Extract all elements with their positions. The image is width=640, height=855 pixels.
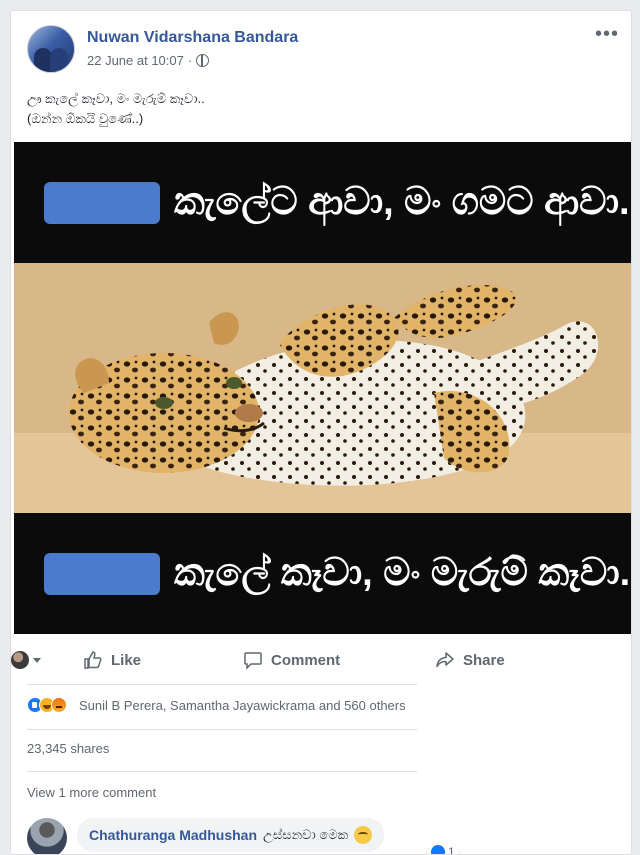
sleepy-face-emoji-icon (354, 826, 373, 844)
reaction-icons (27, 697, 67, 713)
author-name[interactable]: Nuwan Vidarshana Bandara (87, 29, 298, 47)
post-header: Nuwan Vidarshana Bandara 22 June at 10:0… (11, 11, 631, 73)
share-button[interactable]: Share (435, 650, 505, 670)
thumbs-up-icon (84, 651, 102, 669)
comment-bubble: Chathuranga Madhushan උස්සනවා මෙක (77, 818, 385, 852)
divider (27, 729, 417, 730)
like-reaction-icon (431, 845, 445, 854)
shares-count[interactable]: 23,345 shares (27, 741, 109, 756)
view-more-comments-link[interactable]: View 1 more comment (27, 785, 156, 800)
meme-top-band: කැලේට ආවා, මං ගමට ආවා. (14, 142, 631, 263)
chevron-down-icon (33, 657, 41, 663)
comment-label: Comment (271, 651, 341, 669)
comment-button[interactable]: Comment (243, 650, 340, 670)
user-avatar-small (11, 651, 29, 669)
share-label: Share (463, 651, 505, 669)
comment-like-number: 1 (448, 845, 455, 855)
like-label: Like (111, 651, 142, 669)
post-as-selector[interactable] (11, 651, 41, 669)
share-arrow-icon (436, 652, 454, 668)
meme-redaction-box (44, 181, 160, 224)
leopard-photo (14, 263, 631, 513)
reaction-names[interactable]: Sunil B Perera, Samantha Jayawickrama an… (79, 698, 406, 713)
post-text-line: ඌ කැලේ කෑවා, මං මැරුම් කෑවා.. (27, 91, 205, 106)
post-actions-bar: Like Comment Share (11, 636, 631, 684)
meme-top-text: කැලේට ආවා, මං ගමට ආවා. (174, 181, 630, 223)
author-avatar[interactable] (27, 25, 75, 73)
comment-text: උස්සනවා මෙක (263, 827, 349, 842)
comment-icon (244, 652, 262, 670)
comment-like-count[interactable]: 1 (427, 844, 459, 855)
meme-bottom-text: කැලේ කෑවා, මං මැරුම් කෑවා. (174, 552, 631, 594)
post-meta: 22 June at 10:07 · (87, 53, 210, 68)
commenter-avatar[interactable] (27, 818, 67, 854)
meta-separator: · (187, 53, 193, 68)
post-text-line: (ඔන්න ඕකයි වුණේ..) (27, 111, 144, 126)
divider (27, 771, 417, 772)
more-options-icon[interactable]: ••• (595, 23, 619, 46)
post-timestamp[interactable]: 22 June at 10:07 (87, 53, 184, 68)
leopard-illustration (14, 263, 631, 513)
meme-image[interactable]: කැලේට ආවා, මං ගමට ආවා. කැලේ කෑවා, මං මැර… (14, 142, 631, 634)
post-card: Nuwan Vidarshana Bandara 22 June at 10:0… (10, 10, 632, 855)
comment-author[interactable]: Chathuranga Madhushan (89, 827, 257, 843)
like-button[interactable]: Like (83, 650, 141, 670)
meme-redaction-box (44, 552, 160, 595)
post-text: ඌ කැලේ කෑවා, මං මැරුම් කෑවා.. (ඔන්න ඕකයි… (11, 71, 631, 127)
divider (27, 684, 417, 685)
comment-item: Chathuranga Madhushan උස්සනවා මෙක 1 (27, 816, 617, 855)
angry-reaction-icon (51, 697, 67, 713)
meme-bottom-band: කැලේ කෑවා, මං මැරුම් කෑවා. (14, 513, 631, 634)
globe-icon (196, 54, 210, 67)
reactions-summary[interactable]: Sunil B Perera, Samantha Jayawickrama an… (27, 697, 406, 713)
